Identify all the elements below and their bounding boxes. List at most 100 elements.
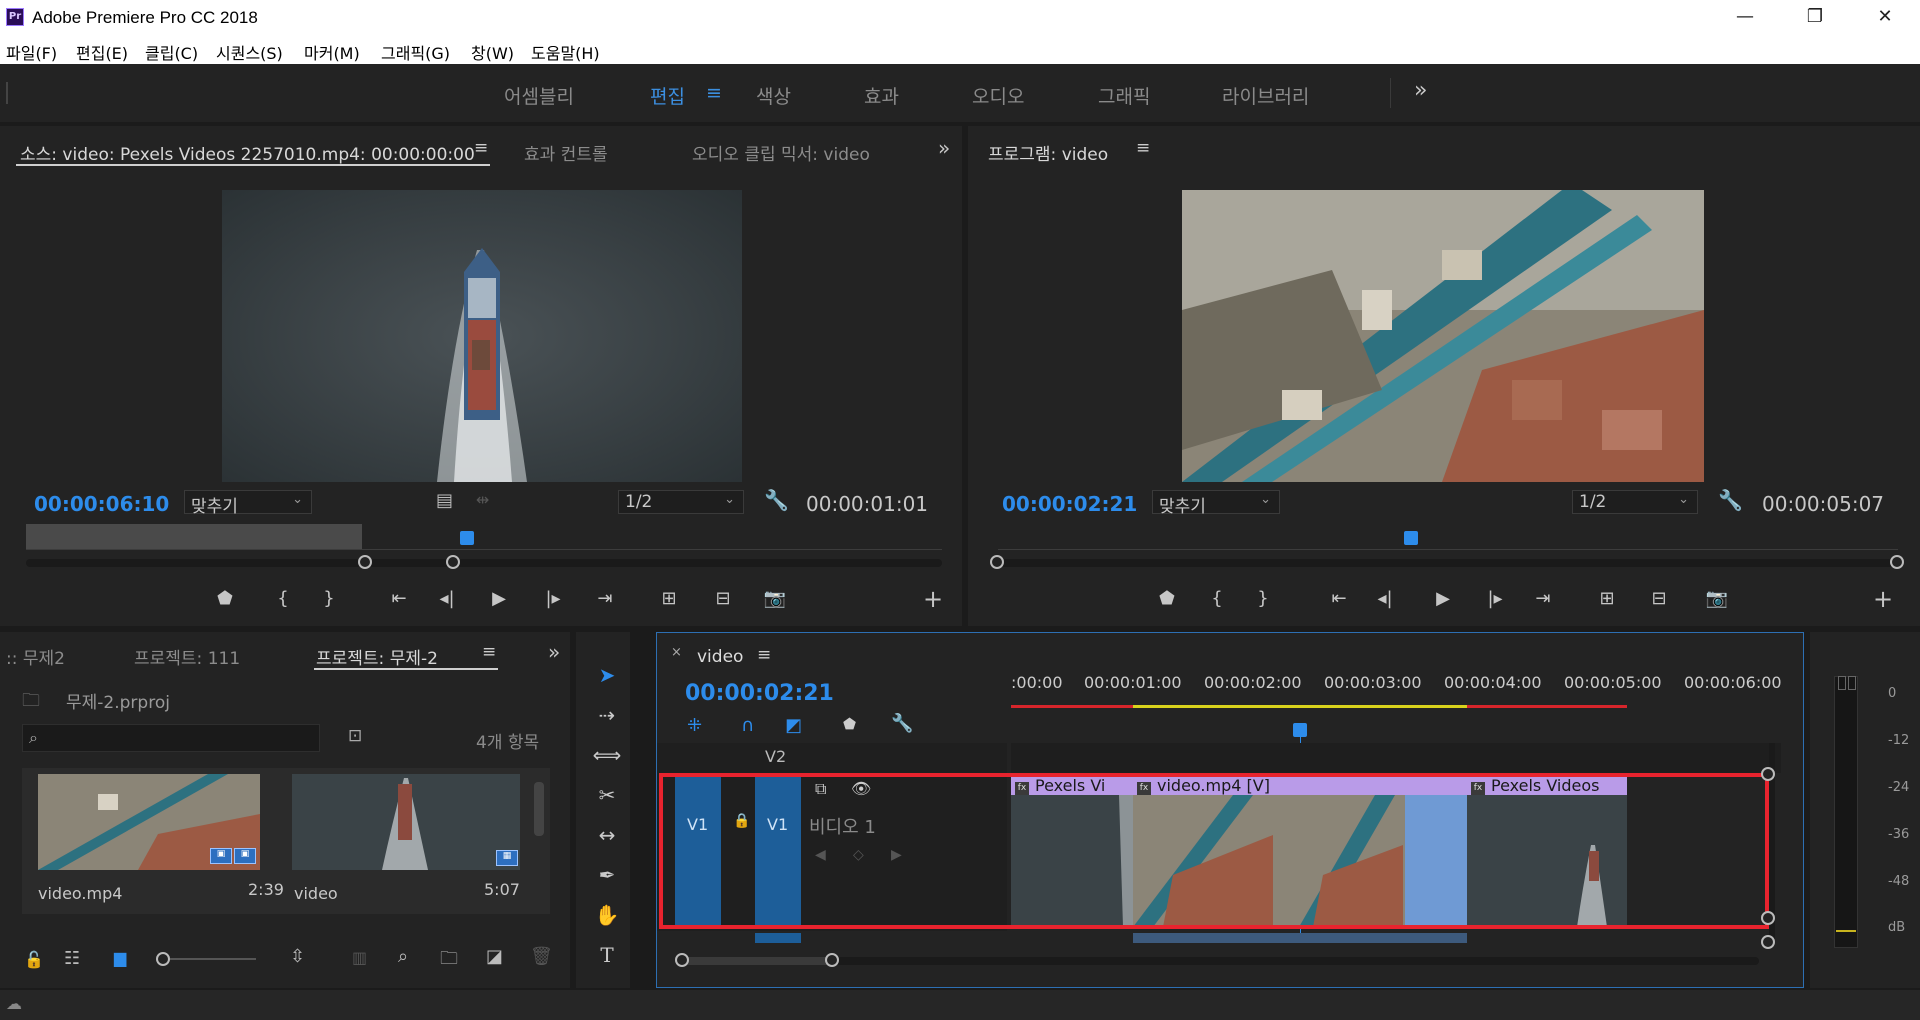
step-forward-icon[interactable]: |▸ <box>540 586 566 612</box>
export-frame-icon[interactable]: 📷 <box>1704 586 1730 612</box>
export-frame-icon[interactable]: 📷 <box>762 586 788 612</box>
scroll-handle[interactable] <box>1761 911 1775 925</box>
tab-project-untitled2[interactable]: 프로젝트: 무제-2 <box>316 644 438 669</box>
list-view-icon[interactable]: ☷ <box>64 948 80 969</box>
step-back-icon[interactable]: ◂| <box>434 586 460 612</box>
close-icon[interactable]: ✕ <box>1850 0 1920 36</box>
menu-marker[interactable]: 마커(M) <box>304 40 360 64</box>
program-playhead[interactable] <box>1404 531 1418 545</box>
creative-cloud-icon[interactable]: ☁ <box>6 994 22 1013</box>
zoom-handle-right[interactable] <box>825 953 839 967</box>
source-zoom-bar[interactable] <box>26 559 942 567</box>
snap-magnet-icon[interactable]: ∩ <box>741 715 754 736</box>
zoom-handle-left[interactable] <box>675 953 689 967</box>
scrollbar-thumb[interactable] <box>534 782 544 836</box>
tab-audio-clip-mixer[interactable]: 오디오 클립 믹서: video <box>692 140 870 165</box>
track-label-v2[interactable]: V2 <box>765 747 786 766</box>
source-timecode[interactable]: 00:00:06:10 <box>34 492 169 516</box>
selection-tool-icon[interactable]: ➤ <box>592 660 622 690</box>
menu-window[interactable]: 창(W) <box>471 40 514 64</box>
program-video-frame[interactable] <box>1182 190 1704 482</box>
workspace-effects[interactable]: 효과 <box>864 82 899 109</box>
scroll-handle[interactable] <box>1761 767 1775 781</box>
new-bin-icon[interactable]: 🗀 <box>440 946 458 976</box>
track-lane-v2[interactable] <box>1011 743 1781 773</box>
extract-icon[interactable]: ⊟ <box>1646 586 1672 612</box>
workspace-graphics[interactable]: 그래픽 <box>1098 82 1150 109</box>
zoom-handle-right[interactable] <box>446 555 460 569</box>
step-forward-icon[interactable]: |▸ <box>1482 586 1508 612</box>
restore-icon[interactable]: ❐ <box>1780 0 1850 36</box>
mark-in-icon[interactable]: { <box>270 586 296 612</box>
program-resolution-dropdown[interactable]: 1/2 ⌄ <box>1572 490 1698 514</box>
icon-view-icon[interactable]: ▆ <box>114 948 126 967</box>
button-editor-plus-icon[interactable]: + <box>1870 586 1896 612</box>
nest-icon[interactable]: ⁜ <box>687 715 702 736</box>
scroll-handle[interactable] <box>1761 935 1775 949</box>
source-playhead[interactable] <box>460 531 474 545</box>
panel-more-icon[interactable]: » <box>938 136 950 160</box>
new-item-icon[interactable]: ◪ <box>486 946 503 967</box>
project-item-card[interactable]: ▦ video 5:07 <box>288 768 550 914</box>
tab-menu-icon[interactable]: ≡ <box>1136 138 1150 158</box>
program-time-ruler[interactable] <box>998 530 1898 550</box>
tab-project-111[interactable]: 프로젝트: 111 <box>134 644 240 669</box>
razor-tool-icon[interactable]: ✂ <box>592 780 622 810</box>
zoom-handle-left[interactable] <box>990 555 1004 569</box>
tab-untitled2[interactable]: :: 무제2 <box>6 644 65 669</box>
add-marker-icon[interactable]: ⬟ <box>1154 586 1180 612</box>
minimize-icon[interactable]: — <box>1710 0 1780 36</box>
ripple-edit-tool-icon[interactable]: ⟺ <box>592 740 622 770</box>
tab-menu-icon[interactable]: ≡ <box>474 138 488 158</box>
new-search-bin-icon[interactable]: ⊡ <box>348 726 362 746</box>
zoom-slider[interactable] <box>160 958 256 960</box>
mark-in-icon[interactable]: { <box>1204 586 1230 612</box>
tab-program[interactable]: 프로그램: video <box>988 140 1108 165</box>
find-icon[interactable]: ⌕ <box>398 946 408 967</box>
source-fit-dropdown[interactable]: 맞추기 ⌄ <box>184 490 312 517</box>
source-time-ruler[interactable] <box>26 530 942 550</box>
trash-icon[interactable]: 🗑 <box>530 946 553 967</box>
go-to-in-icon[interactable]: ⇤ <box>386 586 412 612</box>
pen-tool-icon[interactable]: ✒ <box>592 860 622 890</box>
menu-help[interactable]: 도움말(H) <box>531 40 600 64</box>
program-timecode[interactable]: 00:00:02:21 <box>1002 492 1137 516</box>
track-target-a1[interactable] <box>755 933 801 943</box>
timeline-settings-wrench-icon[interactable]: 🔧 <box>891 713 913 734</box>
workspace-editing[interactable]: 편집 <box>650 82 685 109</box>
zoom-handle-left[interactable] <box>358 555 372 569</box>
lift-icon[interactable]: ⊞ <box>1594 586 1620 612</box>
play-icon[interactable]: ▶ <box>486 586 512 612</box>
workspace-more-icon[interactable]: » <box>1414 78 1427 103</box>
timeline-ruler[interactable]: :00:00 00:00:01:00 00:00:02:00 00:00:03:… <box>1011 673 1782 719</box>
drag-video-icon[interactable]: ⇹ <box>476 490 489 509</box>
go-to-out-icon[interactable]: ⇥ <box>1530 586 1556 612</box>
button-editor-plus-icon[interactable]: + <box>920 586 946 612</box>
workspace-libraries[interactable]: 라이브러리 <box>1222 82 1309 109</box>
tab-source[interactable]: 소스: video: Pexels Videos 2257010.mp4: 00… <box>20 140 475 165</box>
wrench-icon[interactable]: 🔧 <box>764 488 789 512</box>
folder-up-icon[interactable]: 🗀 <box>22 688 40 718</box>
workspace-assembly[interactable]: 어셈블리 <box>504 82 574 109</box>
workspace-audio[interactable]: 오디오 <box>972 82 1024 109</box>
insert-icon[interactable]: ⊞ <box>656 586 682 612</box>
automate-icon[interactable]: ▥ <box>352 948 367 967</box>
panel-more-icon[interactable]: » <box>548 640 560 664</box>
workspace-color[interactable]: 색상 <box>756 82 791 109</box>
sort-icon[interactable]: ⇳ <box>290 946 305 967</box>
project-item-card[interactable]: ▣ ▣ video.mp4 2:39 <box>22 768 288 914</box>
lock-icon[interactable]: 🔓 <box>24 950 44 969</box>
tab-menu-icon[interactable]: ≡ <box>757 645 771 665</box>
hand-tool-icon[interactable]: ✋ <box>592 900 622 930</box>
menu-file[interactable]: 파일(F) <box>6 40 57 64</box>
type-tool-icon[interactable]: T <box>592 940 622 970</box>
project-search-input[interactable]: ⌕ <box>22 724 320 752</box>
menu-edit[interactable]: 편집(E) <box>76 40 128 64</box>
audio-clip[interactable] <box>1133 933 1467 943</box>
tab-effect-controls[interactable]: 효과 컨트롤 <box>524 140 608 165</box>
menu-clip[interactable]: 클립(C) <box>145 40 198 64</box>
tab-menu-icon[interactable]: ≡ <box>482 642 496 662</box>
workspace-menu-icon[interactable]: ≡ <box>706 82 722 104</box>
tab-sequence-video[interactable]: video <box>697 647 743 667</box>
source-resolution-dropdown[interactable]: 1/2 ⌄ <box>618 490 744 514</box>
